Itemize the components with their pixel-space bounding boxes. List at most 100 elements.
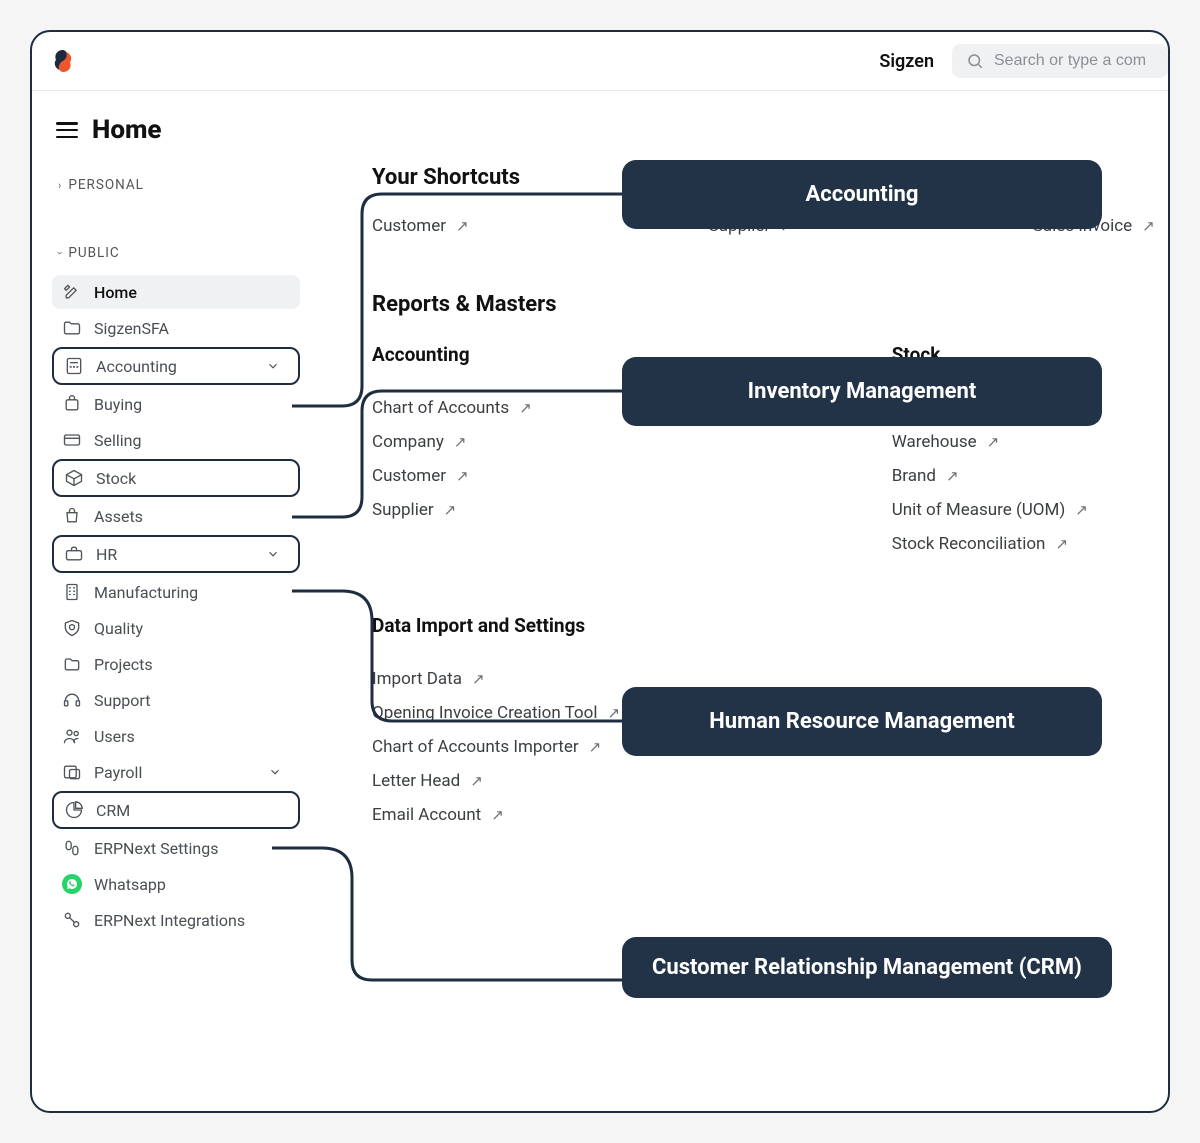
sidebar-section-personal[interactable]: › PERSONAL <box>52 163 300 207</box>
link-label: Chart of Accounts Importer <box>372 737 579 757</box>
main-panel: Your Shortcuts Customer↗Supplier↗Sales I… <box>312 111 1168 1071</box>
callout-inventory: Inventory Management <box>622 357 1102 426</box>
link-import-data[interactable]: Import Data↗ <box>372 669 1168 689</box>
sidebar-item-hr[interactable]: HR <box>52 535 300 573</box>
link-label: Letter Head <box>372 771 460 791</box>
sidebar-item-erpnext-settings[interactable]: ERPNext Settings <box>52 831 300 865</box>
link-label: Stock Reconciliation <box>892 534 1046 554</box>
shield-icon <box>62 618 82 638</box>
briefcase-icon <box>64 544 84 564</box>
app-window: Sigzen Home › PERSONAL <box>30 30 1170 1113</box>
sidebar-item-whatsapp[interactable]: Whatsapp <box>52 867 300 901</box>
link-unit-of-measure-uom-[interactable]: Unit of Measure (UOM)↗ <box>892 500 1088 520</box>
reports-masters-title: Reports & Masters <box>372 292 1168 317</box>
link-label: Chart of Accounts <box>372 398 509 418</box>
sidebar-item-accounting[interactable]: Accounting <box>52 347 300 385</box>
arrow-up-right-icon: ↗ <box>470 772 483 790</box>
chevron-down-icon <box>266 359 280 373</box>
box-icon <box>64 468 84 488</box>
sidebar-section-label: PERSONAL <box>68 177 144 193</box>
link-label: Brand <box>892 466 936 486</box>
payroll-icon <box>62 762 82 782</box>
sidebar-item-home[interactable]: Home <box>52 275 300 309</box>
sidebar-item-users[interactable]: Users <box>52 719 300 753</box>
search-input-wrapper[interactable] <box>952 44 1168 78</box>
card-icon <box>62 430 82 450</box>
sidebar-item-stock[interactable]: Stock <box>52 459 300 497</box>
sidebar-item-support[interactable]: Support <box>52 683 300 717</box>
arrow-up-right-icon: ↗ <box>589 738 602 756</box>
sidebar-item-label: SigzenSFA <box>94 319 169 338</box>
sidebar-item-label: Stock <box>96 469 136 488</box>
link-stock-reconciliation[interactable]: Stock Reconciliation ↗ <box>892 534 1088 554</box>
settings-icon <box>62 838 82 858</box>
sidebar-item-label: Assets <box>94 507 143 526</box>
link-chart-of-accounts[interactable]: Chart of Accounts ↗ <box>372 398 532 418</box>
import-subtitle: Data Import and Settings <box>372 614 1168 637</box>
sidebar-item-label: ERPNext Integrations <box>94 911 245 930</box>
sidebar-item-manufacturing[interactable]: Manufacturing <box>52 575 300 609</box>
accounting-column: Accounting Chart of Accounts↗Company↗Cus… <box>372 343 532 554</box>
arrow-up-right-icon: ↗ <box>454 433 467 451</box>
calculator-icon <box>64 356 84 376</box>
sidebar-section-label: PUBLIC <box>68 245 119 261</box>
accounting-links: Chart of Accounts↗Company↗Customer↗Suppl… <box>372 398 532 520</box>
search-icon <box>966 52 984 70</box>
logo <box>50 48 76 74</box>
sidebar-item-buying[interactable]: Buying <box>52 387 300 421</box>
link-letter-head[interactable]: Letter Head ↗ <box>372 771 1168 791</box>
arrow-up-right-icon: ↗ <box>491 806 504 824</box>
sidebar-item-payroll[interactable]: Payroll <box>52 755 300 789</box>
whatsapp-icon <box>62 874 82 894</box>
arrow-up-right-icon: ↗ <box>1075 501 1088 519</box>
integrations-icon <box>62 910 82 930</box>
sidebar-item-assets[interactable]: Assets <box>52 499 300 533</box>
sidebar-item-label: Buying <box>94 395 142 414</box>
link-warehouse[interactable]: Warehouse↗ <box>892 432 1088 452</box>
arrow-up-right-icon: ↗ <box>456 217 469 235</box>
arrow-up-right-icon: ↗ <box>519 399 532 417</box>
arrow-up-right-icon: ↗ <box>946 467 959 485</box>
sidebar-item-quality[interactable]: Quality <box>52 611 300 645</box>
headset-icon <box>62 690 82 710</box>
bag-icon <box>62 506 82 526</box>
link-label: Email Account <box>372 805 481 825</box>
sidebar-item-label: Accounting <box>96 357 177 376</box>
arrow-up-right-icon: ↗ <box>1055 535 1068 553</box>
search-input[interactable] <box>994 52 1154 70</box>
sidebar-item-label: Projects <box>94 655 153 674</box>
page-title: Home <box>92 115 162 145</box>
sidebar-section-public[interactable]: › PUBLIC <box>52 231 300 275</box>
link-brand[interactable]: Brand ↗ <box>892 466 1088 486</box>
sidebar-item-label: Home <box>94 283 137 302</box>
sidebar-item-crm[interactable]: CRM <box>52 791 300 829</box>
link-label: Customer <box>372 466 446 486</box>
chevron-right-icon: › <box>58 179 62 192</box>
users-icon <box>62 726 82 746</box>
link-email-account[interactable]: Email Account ↗ <box>372 805 1168 825</box>
link-label: Customer <box>372 216 446 236</box>
hamburger-icon[interactable] <box>56 122 78 138</box>
sidebar-item-erpnext-integrations[interactable]: ERPNext Integrations <box>52 903 300 937</box>
tools-icon <box>62 282 82 302</box>
sidebar-item-label: CRM <box>96 801 130 820</box>
link-supplier[interactable]: Supplier↗ <box>372 500 532 520</box>
sidebar-item-selling[interactable]: Selling <box>52 423 300 457</box>
folder2-icon <box>62 654 82 674</box>
arrow-up-right-icon: ↗ <box>456 467 469 485</box>
link-label: Supplier <box>372 500 434 520</box>
shortcut-customer[interactable]: Customer ↗ <box>372 216 469 236</box>
sidebar-item-label: Selling <box>94 431 141 450</box>
chevron-down-icon <box>266 547 280 561</box>
arrow-up-right-icon: ↗ <box>472 670 485 688</box>
link-customer[interactable]: Customer ↗ <box>372 466 532 486</box>
folder-icon <box>62 318 82 338</box>
chevron-down-icon: › <box>54 251 67 255</box>
sidebar-item-label: Support <box>94 691 150 710</box>
link-company[interactable]: Company↗ <box>372 432 532 452</box>
nav-list: Home SigzenSFA Accounting Buying Selling Stoc… <box>52 275 300 937</box>
sidebar-item-projects[interactable]: Projects <box>52 647 300 681</box>
sidebar-item-sigzensfa[interactable]: SigzenSFA <box>52 311 300 345</box>
company-name[interactable]: Sigzen <box>879 51 934 72</box>
sidebar-item-label: Payroll <box>94 763 142 782</box>
